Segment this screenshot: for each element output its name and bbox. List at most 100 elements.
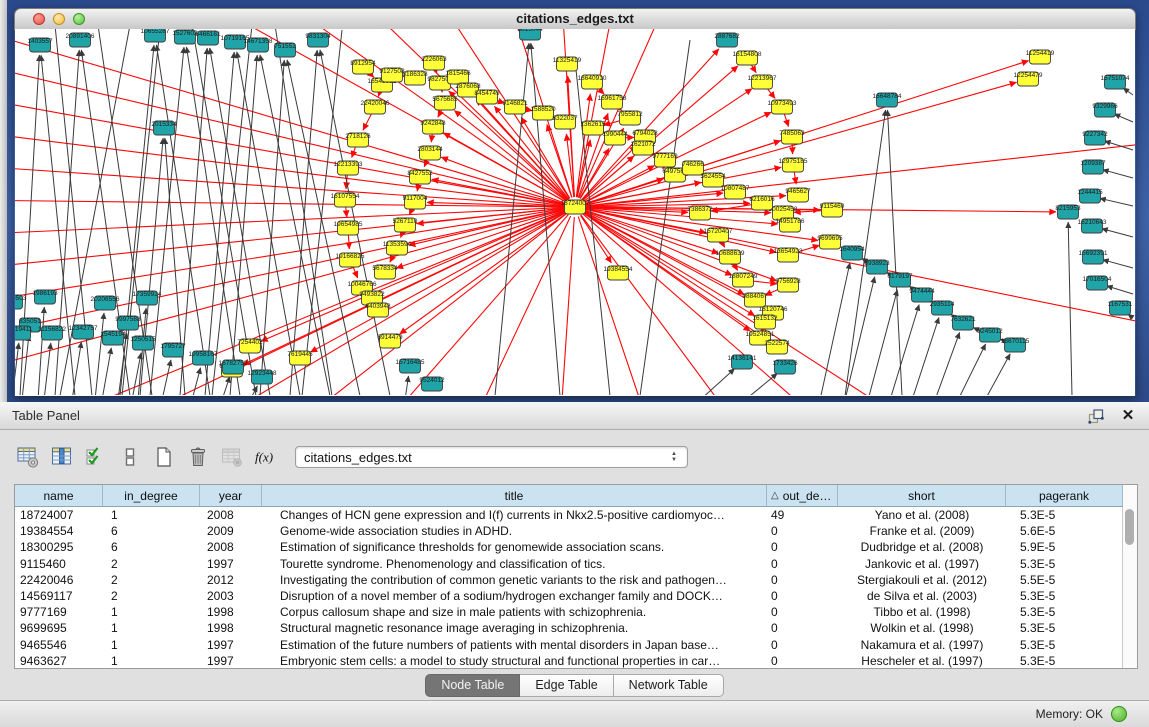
cell-title[interactable]: Corpus callosum shape and size in male p… [262,605,767,619]
delete-table-icon[interactable] [218,444,246,470]
cell-pagerank[interactable]: 5.9E-5 [1006,540,1123,554]
cell-out-de[interactable]: 0 [767,638,838,652]
cell-pagerank[interactable]: 5.3E-5 [1006,638,1123,652]
table-row[interactable]: 946362711997Embryonic stem cells: a mode… [15,653,1123,669]
table-row[interactable]: 977716911998Corpus callosum shape and si… [15,604,1123,620]
tab-node-table[interactable]: Node Table [425,674,520,697]
cell-short[interactable]: Dudbridge et al. (2008) [838,540,1006,554]
cell-title[interactable]: Changes of HCN gene expression and I(f) … [262,508,767,522]
show-columns-icon[interactable] [48,444,76,470]
network-window-titlebar[interactable]: citations_edges.txt [14,8,1136,30]
table-row[interactable]: 969969511998Structural magnetic resonanc… [15,620,1123,636]
cell-out-de[interactable]: 0 [767,621,838,635]
cell-out-de[interactable]: 49 [767,508,838,522]
cell-in-degree[interactable]: 6 [103,540,200,554]
cell-year[interactable]: 1997 [200,557,262,571]
cell-out-de[interactable]: 0 [767,589,838,603]
cell-title[interactable]: Tourette syndrome. Phenomenology and cla… [262,557,767,571]
cell-year[interactable]: 1997 [200,654,262,668]
function-builder-icon[interactable]: f(x) [252,444,280,470]
cell-in-degree[interactable]: 1 [103,605,200,619]
cell-title[interactable]: Genome-wide association studies in ADHD. [262,524,767,538]
cell-short[interactable]: Wolkin et al. (1998) [838,621,1006,635]
table-row[interactable]: 1456911722003Disruption of a novel membe… [15,588,1123,604]
close-button[interactable] [33,13,45,25]
cell-name[interactable]: 9777169 [15,605,103,619]
cell-name[interactable]: 22420046 [15,573,103,587]
cell-short[interactable]: Tibbo et al. (1998) [838,605,1006,619]
cell-pagerank[interactable]: 5.3E-5 [1006,557,1123,571]
cell-out-de[interactable]: 0 [767,605,838,619]
cell-short[interactable]: Yano et al. (2008) [838,508,1006,522]
close-panel-icon[interactable]: ✕ [1119,407,1137,425]
cell-short[interactable]: Hescheler et al. (1997) [838,654,1006,668]
cell-pagerank[interactable]: 5.3E-5 [1006,508,1123,522]
cell-out-de[interactable]: 0 [767,557,838,571]
cell-title[interactable]: Investigating the contribution of common… [262,573,767,587]
cell-short[interactable]: Franke et al. (2009) [838,524,1006,538]
cell-short[interactable]: Stergiakouli et al. (2012) [838,573,1006,587]
column-header-name[interactable]: name [15,485,103,506]
cell-in-degree[interactable]: 1 [103,654,200,668]
cell-in-degree[interactable]: 1 [103,621,200,635]
cell-name[interactable]: 9115460 [15,557,103,571]
column-header-year[interactable]: year [200,485,262,506]
cell-name[interactable]: 9463627 [15,654,103,668]
table-row[interactable]: 946554611997Estimation of the future num… [15,637,1123,653]
cell-in-degree[interactable]: 6 [103,524,200,538]
table-row[interactable]: 1872400712008Changes of HCN gene express… [15,507,1123,523]
cell-out-de[interactable]: 0 [767,540,838,554]
cell-name[interactable]: 18724007 [15,508,103,522]
cell-pagerank[interactable]: 5.3E-5 [1006,589,1123,603]
cell-name[interactable]: 18300295 [15,540,103,554]
minimize-button[interactable] [53,13,65,25]
tab-network-table[interactable]: Network Table [614,674,724,697]
cell-name[interactable]: 9465546 [15,638,103,652]
network-nodes[interactable]: 1872400789129541654398222420046271812612… [15,29,1133,391]
clear-selection-icon[interactable] [116,444,144,470]
cell-title[interactable]: Structural magnetic resonance image aver… [262,621,767,635]
scrollbar-thumb[interactable] [1125,509,1134,545]
table-row[interactable]: 1938455462009Genome-wide association stu… [15,523,1123,539]
cell-year[interactable]: 2003 [200,589,262,603]
create-column-icon[interactable] [150,444,178,470]
column-header-in-degree[interactable]: in_degree [103,485,200,506]
cell-in-degree[interactable]: 2 [103,573,200,587]
cell-out-de[interactable]: 0 [767,573,838,587]
cell-out-de[interactable]: 0 [767,524,838,538]
column-header-pagerank[interactable]: pagerank [1006,485,1123,506]
cell-in-degree[interactable]: 2 [103,589,200,603]
table-row[interactable]: 1830029562008Estimation of significance … [15,539,1123,555]
column-header-short[interactable]: short [838,485,1006,506]
zoom-button[interactable] [73,13,85,25]
cell-short[interactable]: de Silva et al. (2003) [838,589,1006,603]
cell-in-degree[interactable]: 1 [103,508,200,522]
cell-out-de[interactable]: 0 [767,654,838,668]
column-header-out-de[interactable]: △out_de… [767,485,838,506]
cell-year[interactable]: 1997 [200,638,262,652]
delete-columns-icon[interactable] [184,444,212,470]
cell-title[interactable]: Estimation of the future numbers of pati… [262,638,767,652]
cell-year[interactable]: 1998 [200,621,262,635]
cell-title[interactable]: Estimation of significance thresholds fo… [262,540,767,554]
cell-title[interactable]: Embryonic stem cells: a model to study s… [262,654,767,668]
cell-in-degree[interactable]: 1 [103,638,200,652]
cell-pagerank[interactable]: 5.3E-5 [1006,654,1123,668]
cell-short[interactable]: Jankovic et al. (1997) [838,557,1006,571]
cell-year[interactable]: 2012 [200,573,262,587]
network-canvas[interactable]: 1872400789129541654398222420046271812612… [15,29,1135,396]
cell-year[interactable]: 2008 [200,508,262,522]
table-row[interactable]: 911546021997Tourette syndrome. Phenomeno… [15,556,1123,572]
float-panel-icon[interactable] [1087,407,1105,425]
table-row[interactable]: 2242004622012Investigating the contribut… [15,572,1123,588]
cell-pagerank[interactable]: 5.5E-5 [1006,573,1123,587]
cell-name[interactable]: 14569117 [15,589,103,603]
cell-pagerank[interactable]: 5.3E-5 [1006,605,1123,619]
cell-year[interactable]: 2008 [200,540,262,554]
tab-edge-table[interactable]: Edge Table [520,674,613,697]
cell-pagerank[interactable]: 5.3E-5 [1006,621,1123,635]
cell-year[interactable]: 1998 [200,605,262,619]
column-header-title[interactable]: title [262,485,767,506]
cell-title[interactable]: Disruption of a novel member of a sodium… [262,589,767,603]
cell-name[interactable]: 19384554 [15,524,103,538]
